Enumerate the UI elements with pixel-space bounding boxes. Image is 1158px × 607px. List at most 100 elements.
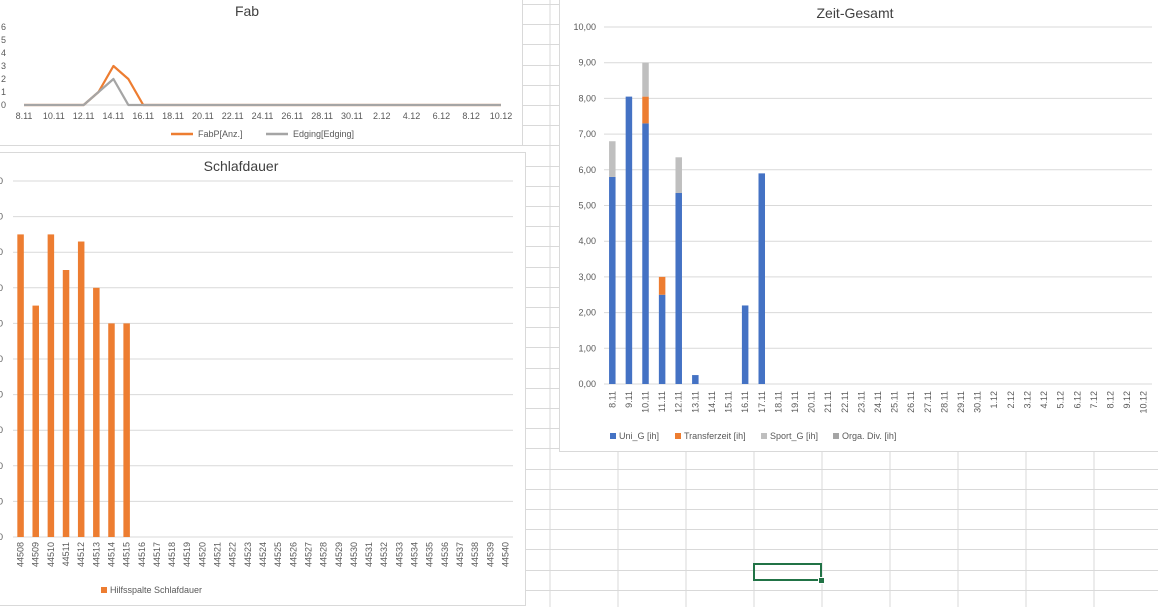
series-line bbox=[24, 77, 501, 107]
x-tick-label: 27.11 bbox=[923, 391, 933, 413]
x-tick-label: 11.11 bbox=[657, 391, 667, 412]
legend-swatch bbox=[101, 587, 107, 593]
x-tick-label: 44518 bbox=[167, 542, 177, 567]
legend-label: Orga. Div. [ih] bbox=[842, 431, 896, 441]
legend-swatch bbox=[833, 433, 839, 439]
legend-label: Uni_G [ih] bbox=[619, 431, 659, 441]
x-tick-label: 44531 bbox=[364, 542, 374, 567]
x-tick-label: 44530 bbox=[349, 542, 359, 567]
x-tick-label: 44509 bbox=[31, 542, 41, 567]
y-tick-label: 0,00 bbox=[578, 379, 596, 389]
legend-swatch bbox=[675, 433, 681, 439]
x-tick-label: 44512 bbox=[76, 542, 86, 567]
y-tick-label: 1 bbox=[1, 87, 6, 97]
x-tick-label: 19.11 bbox=[790, 391, 800, 413]
x-tick-label: 16.11 bbox=[132, 111, 154, 121]
bar bbox=[692, 375, 699, 384]
bar bbox=[47, 234, 55, 537]
x-tick-label: 44534 bbox=[410, 542, 420, 567]
x-tick-label: 44533 bbox=[394, 542, 404, 567]
x-tick-label: 24.11 bbox=[252, 111, 274, 121]
legend-label: Edging[Edging] bbox=[293, 129, 354, 139]
y-tick-label: 4,00 bbox=[578, 236, 596, 246]
y-tick-label: 8,00 bbox=[578, 93, 596, 103]
chart-title: Zeit-Gesamt bbox=[816, 5, 893, 21]
fab-chart[interactable]: Fab 0 1 2 3 4 5 6 8.11 10.11 12.11 14.11 16.11 18.11 2… bbox=[0, 0, 523, 146]
x-tick-label: 44523 bbox=[243, 542, 253, 567]
x-tick-label: 25.11 bbox=[890, 391, 900, 413]
x-tick-label: 10.11 bbox=[43, 111, 65, 121]
y-tick-label: 9,00 bbox=[578, 58, 596, 68]
bar bbox=[675, 157, 682, 194]
x-tick-label: 44522 bbox=[228, 542, 238, 567]
x-tick-label: 30.11 bbox=[341, 111, 363, 121]
y-tick-label: 0 bbox=[1, 100, 6, 110]
x-tick-label: 44519 bbox=[182, 542, 192, 567]
x-tick-label: 9.12 bbox=[1122, 391, 1132, 409]
legend-label: Hilfsspalte Schlafdauer bbox=[110, 585, 202, 595]
bar bbox=[609, 176, 616, 384]
legend-swatch bbox=[761, 433, 767, 439]
y-tick-label: 0 bbox=[0, 354, 3, 364]
x-tick-label: 44515 bbox=[122, 542, 132, 567]
y-tick-label: 0 bbox=[0, 318, 3, 328]
y-tick-label: 6 bbox=[1, 22, 6, 32]
x-tick-label: 21.11 bbox=[823, 391, 833, 413]
bar bbox=[609, 141, 616, 177]
legend-label: Transferzeit [ih] bbox=[684, 431, 746, 441]
x-tick-label: 8.12 bbox=[1105, 391, 1115, 409]
x-tick-label: 44540 bbox=[500, 542, 510, 567]
y-tick-label: 0 bbox=[0, 176, 3, 186]
y-tick-label: 0 bbox=[0, 247, 3, 257]
x-tick-label: 44535 bbox=[425, 542, 435, 567]
bar bbox=[658, 276, 666, 295]
x-tick-label: 12.11 bbox=[674, 391, 684, 413]
series-line bbox=[24, 64, 501, 107]
legend-label: FabP[Anz.] bbox=[198, 129, 243, 139]
x-tick-label: 14.11 bbox=[103, 111, 125, 121]
x-tick-label: 44532 bbox=[379, 542, 389, 567]
x-tick-label: 44521 bbox=[213, 542, 223, 567]
x-tick-label: 10.12 bbox=[490, 111, 513, 121]
bar bbox=[642, 96, 649, 124]
selected-cell[interactable] bbox=[753, 563, 825, 584]
x-tick-label: 26.11 bbox=[906, 391, 916, 413]
x-tick-label: 2.12 bbox=[373, 111, 391, 121]
x-tick-label: 20.11 bbox=[807, 391, 817, 413]
x-tick-label: 30.11 bbox=[973, 391, 983, 413]
y-tick-label: 3,00 bbox=[578, 272, 596, 282]
bar bbox=[62, 270, 70, 537]
x-tick-label: 3.12 bbox=[1022, 391, 1032, 409]
y-tick-label: 0 bbox=[0, 425, 3, 435]
y-tick-label: 5 bbox=[1, 35, 6, 45]
y-tick-label: 3 bbox=[1, 61, 6, 71]
x-tick-label: 44526 bbox=[288, 542, 298, 567]
x-tick-label: 26.11 bbox=[281, 111, 303, 121]
x-tick-label: 28.11 bbox=[311, 111, 333, 121]
fill-handle[interactable] bbox=[818, 577, 825, 584]
y-tick-label: 0 bbox=[0, 461, 3, 471]
y-tick-label: 4 bbox=[1, 48, 6, 58]
x-tick-label: 44539 bbox=[485, 542, 495, 567]
x-tick-label: 12.11 bbox=[73, 111, 95, 121]
x-tick-label: 22.11 bbox=[222, 111, 244, 121]
bar bbox=[642, 62, 649, 97]
x-tick-label: 44536 bbox=[440, 542, 450, 567]
bar bbox=[17, 234, 24, 537]
y-tick-label: 0 bbox=[0, 496, 3, 506]
y-tick-label: 2,00 bbox=[578, 308, 596, 318]
x-tick-label: 22.11 bbox=[840, 391, 850, 413]
x-tick-label: 44516 bbox=[137, 542, 147, 567]
x-tick-label: 28.11 bbox=[939, 391, 949, 413]
x-tick-label: 20.11 bbox=[192, 111, 214, 121]
x-tick-label: 44524 bbox=[258, 542, 268, 567]
x-tick-label: 10.11 bbox=[641, 391, 651, 413]
x-tick-label: 24.11 bbox=[873, 391, 883, 413]
zeit-gesamt-chart[interactable]: Zeit-Gesamt 0,00 1,00 2,00 3,00 4,00 5,00 6,00 7… bbox=[559, 0, 1158, 452]
x-tick-label: 14.11 bbox=[707, 391, 717, 413]
bar bbox=[93, 287, 100, 537]
x-tick-label: 9.11 bbox=[624, 391, 634, 408]
y-tick-label: 0 bbox=[0, 390, 3, 400]
schlafdauer-chart[interactable]: Schlafdauer 0 0 0 0 0 0 0 0 0 0 0 44508 44509 44510 445… bbox=[0, 152, 526, 606]
x-tick-label: 44510 bbox=[46, 542, 56, 567]
